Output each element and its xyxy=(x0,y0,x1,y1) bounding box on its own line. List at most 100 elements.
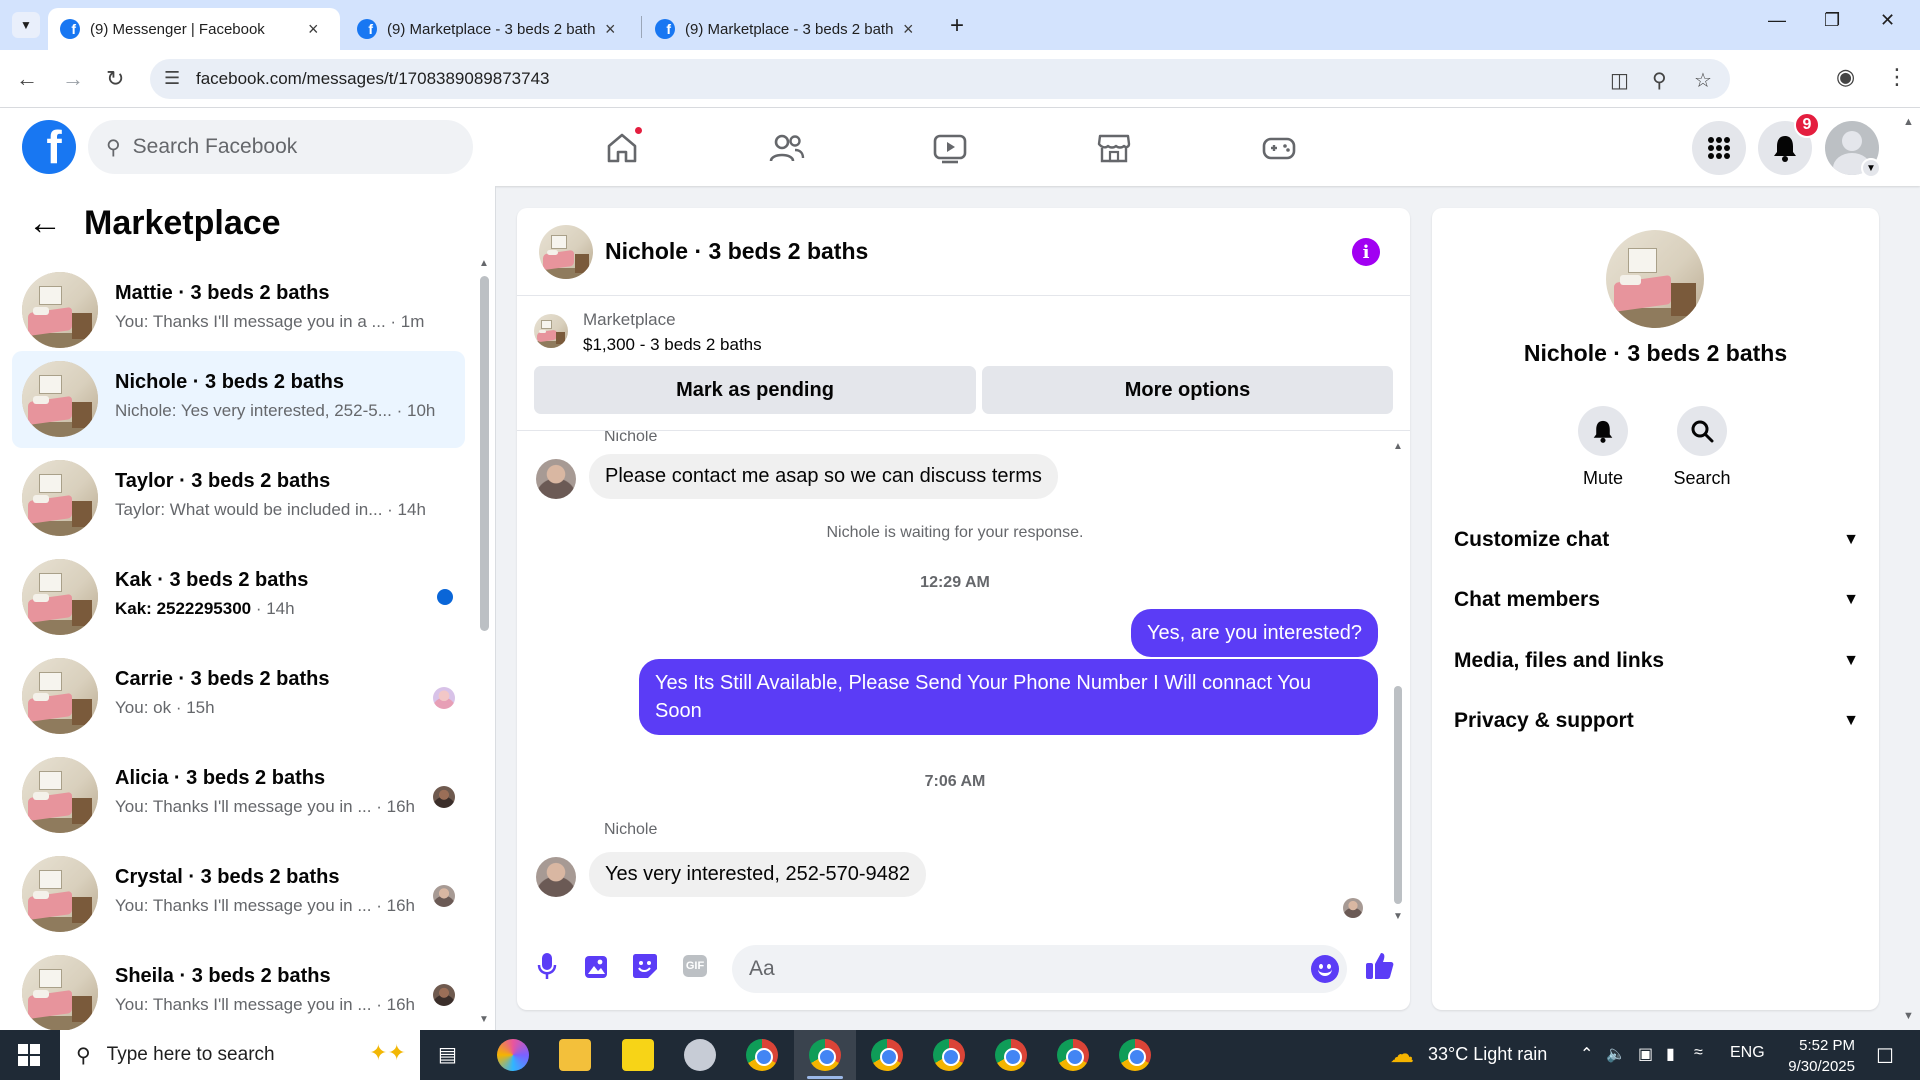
privacy-support-section[interactable]: Privacy & support ▼ xyxy=(1454,701,1859,741)
friends-icon[interactable] xyxy=(767,128,807,168)
message-composer: GIF Aa xyxy=(517,925,1410,1010)
sticky-notes-icon[interactable] xyxy=(622,1039,654,1071)
reload-icon[interactable]: ↻ xyxy=(106,66,124,92)
install-app-icon[interactable]: ◫ xyxy=(1610,68,1629,93)
message-input[interactable]: Aa xyxy=(732,945,1347,993)
restore-icon[interactable]: ❐ xyxy=(1824,10,1840,31)
conversation-item-alicia[interactable]: Alicia · 3 beds 2 baths You: Thanks I'll… xyxy=(12,747,465,844)
chat-scroll-up-icon[interactable]: ▲ xyxy=(1393,441,1403,452)
chat-avatar[interactable] xyxy=(539,225,593,279)
menu-grid-icon[interactable] xyxy=(1692,121,1746,175)
tab-marketplace-1[interactable]: f (9) Marketplace - 3 beds 2 bath × xyxy=(345,8,637,50)
conversation-item-kak[interactable]: Kak · 3 beds 2 baths Kak: 2522295300 · 1… xyxy=(12,549,465,646)
profile-thumbnail[interactable] xyxy=(1606,230,1704,328)
notification-center-icon[interactable]: ☐ xyxy=(1876,1044,1894,1069)
sender-avatar[interactable] xyxy=(536,459,576,499)
listing-price-title[interactable]: $1,300 - 3 beds 2 baths xyxy=(583,335,762,355)
new-tab-button[interactable]: + xyxy=(950,12,964,40)
address-bar[interactable]: ☰ facebook.com/messages/t/17083890898737… xyxy=(150,59,1730,99)
page-scroll-up-icon[interactable]: ▲ xyxy=(1903,116,1914,128)
sticker-icon[interactable] xyxy=(630,951,660,981)
conversation-item-carrie[interactable]: Carrie · 3 beds 2 baths You: ok · 15h xyxy=(12,648,465,745)
forward-arrow-icon[interactable]: → xyxy=(62,66,84,92)
microphone-icon[interactable] xyxy=(532,951,562,981)
zoom-icon[interactable]: ⚲ xyxy=(1652,68,1667,93)
taskbar-search-input[interactable]: ⚲ Type here to search ✦✦ xyxy=(60,1030,420,1080)
back-arrow-icon[interactable]: ← xyxy=(28,204,62,243)
page-scroll-down-icon[interactable]: ▼ xyxy=(1903,1010,1914,1022)
close-window-icon[interactable]: ✕ xyxy=(1880,10,1895,31)
mark-as-pending-button[interactable]: Mark as pending xyxy=(534,366,976,414)
watch-icon[interactable] xyxy=(930,128,970,168)
customize-chat-section[interactable]: Customize chat ▼ xyxy=(1454,520,1859,560)
chrome-profile-icon[interactable] xyxy=(746,1039,778,1071)
conversation-item-taylor[interactable]: Taylor · 3 beds 2 baths Taylor: What wou… xyxy=(12,450,465,547)
task-view-icon[interactable]: ▤ xyxy=(438,1042,457,1067)
listing-thumbnail[interactable] xyxy=(534,314,568,348)
system-clock[interactable]: 5:52 PM 9/30/2025 xyxy=(1765,1035,1855,1077)
chat-title[interactable]: Nichole · 3 beds 2 baths xyxy=(605,238,868,265)
tab-marketplace-2[interactable]: f (9) Marketplace - 3 beds 2 bath × xyxy=(643,8,935,50)
show-hidden-icons-icon[interactable]: ⌃ xyxy=(1580,1044,1593,1064)
copilot-icon[interactable] xyxy=(497,1039,529,1071)
emoji-icon[interactable] xyxy=(1311,955,1339,983)
conversation-item-crystal[interactable]: Crystal · 3 beds 2 baths You: Thanks I'l… xyxy=(12,846,465,943)
profile-icon[interactable]: ◉ xyxy=(1836,64,1855,90)
sender-avatar[interactable] xyxy=(536,857,576,897)
chrome-active-icon[interactable] xyxy=(809,1039,841,1071)
sidebar-scrollbar[interactable] xyxy=(480,276,489,631)
conversation-info-icon[interactable]: i xyxy=(1352,238,1380,266)
chrome-profile-icon[interactable] xyxy=(1057,1039,1089,1071)
site-settings-icon[interactable]: ☰ xyxy=(164,68,180,89)
incoming-message[interactable]: Please contact me asap so we can discuss… xyxy=(589,454,1058,499)
chat-scroll-down-icon[interactable]: ▼ xyxy=(1393,911,1403,922)
sidebar-scroll-up-icon[interactable]: ▲ xyxy=(479,258,489,269)
weather-icon[interactable]: ☁ xyxy=(1390,1040,1414,1069)
paint-icon[interactable] xyxy=(684,1039,716,1071)
incoming-message[interactable]: Yes very interested, 252-570-9482 xyxy=(589,852,927,897)
battery-icon[interactable]: ▮ xyxy=(1666,1044,1675,1064)
weather-text[interactable]: 33°C Light rain xyxy=(1428,1044,1547,1065)
chrome-profile-icon[interactable] xyxy=(995,1039,1027,1071)
account-caret-icon[interactable]: ▼ xyxy=(1861,158,1881,178)
chrome-profile-icon[interactable] xyxy=(871,1039,903,1071)
conversation-item-mattie[interactable]: Mattie · 3 beds 2 baths You: Thanks I'll… xyxy=(12,262,465,359)
marketplace-icon[interactable] xyxy=(1094,128,1134,168)
outgoing-message[interactable]: Yes, are you interested? xyxy=(1131,609,1378,657)
more-options-button[interactable]: More options xyxy=(982,366,1393,414)
url-text[interactable]: facebook.com/messages/t/1708389089873743 xyxy=(196,69,549,89)
windows-start-icon[interactable] xyxy=(18,1044,40,1066)
chevron-down-icon: ▼ xyxy=(1843,591,1859,608)
file-explorer-icon[interactable] xyxy=(559,1039,591,1071)
volume-icon[interactable]: 🔈 xyxy=(1606,1044,1626,1064)
meet-icon[interactable]: ▣ xyxy=(1638,1044,1653,1064)
tab-close-icon[interactable]: × xyxy=(605,19,616,40)
gif-icon[interactable]: GIF xyxy=(683,955,707,977)
tab-search-button[interactable]: ▼ xyxy=(12,12,40,38)
tab-close-icon[interactable]: × xyxy=(308,19,319,40)
media-files-links-section[interactable]: Media, files and links ▼ xyxy=(1454,641,1859,681)
browser-menu-icon[interactable]: ⋮ xyxy=(1886,64,1908,90)
tab-messenger[interactable]: f (9) Messenger | Facebook × xyxy=(48,8,340,50)
photo-icon[interactable] xyxy=(581,951,611,981)
back-arrow-icon[interactable]: ← xyxy=(16,66,38,92)
chat-scrollbar[interactable] xyxy=(1394,686,1402,904)
conversation-item-sheila[interactable]: Sheila · 3 beds 2 baths You: Thanks I'll… xyxy=(12,945,465,1030)
mute-action[interactable]: Mute xyxy=(1558,406,1648,489)
thumbs-up-icon[interactable] xyxy=(1365,951,1395,981)
outgoing-message[interactable]: Yes Its Still Available, Please Send You… xyxy=(639,659,1378,735)
gaming-icon[interactable] xyxy=(1259,128,1299,168)
tab-close-icon[interactable]: × xyxy=(903,19,914,40)
chrome-profile-icon[interactable] xyxy=(1119,1039,1151,1071)
chat-members-section[interactable]: Chat members ▼ xyxy=(1454,580,1859,620)
minimize-icon[interactable]: — xyxy=(1768,10,1786,31)
search-action[interactable]: Search xyxy=(1657,406,1747,489)
chrome-profile-icon[interactable] xyxy=(933,1039,965,1071)
language-indicator[interactable]: ENG xyxy=(1730,1044,1765,1062)
wifi-icon[interactable]: ≈ xyxy=(1694,1044,1703,1062)
facebook-search-input[interactable]: ⚲ Search Facebook xyxy=(88,120,473,174)
bookmark-star-icon[interactable]: ☆ xyxy=(1694,68,1712,93)
conversation-item-nichole[interactable]: Nichole · 3 beds 2 baths Nichole: Yes ve… xyxy=(12,351,465,448)
sidebar-scroll-down-icon[interactable]: ▼ xyxy=(479,1014,489,1025)
facebook-logo-icon[interactable]: f xyxy=(22,120,76,174)
